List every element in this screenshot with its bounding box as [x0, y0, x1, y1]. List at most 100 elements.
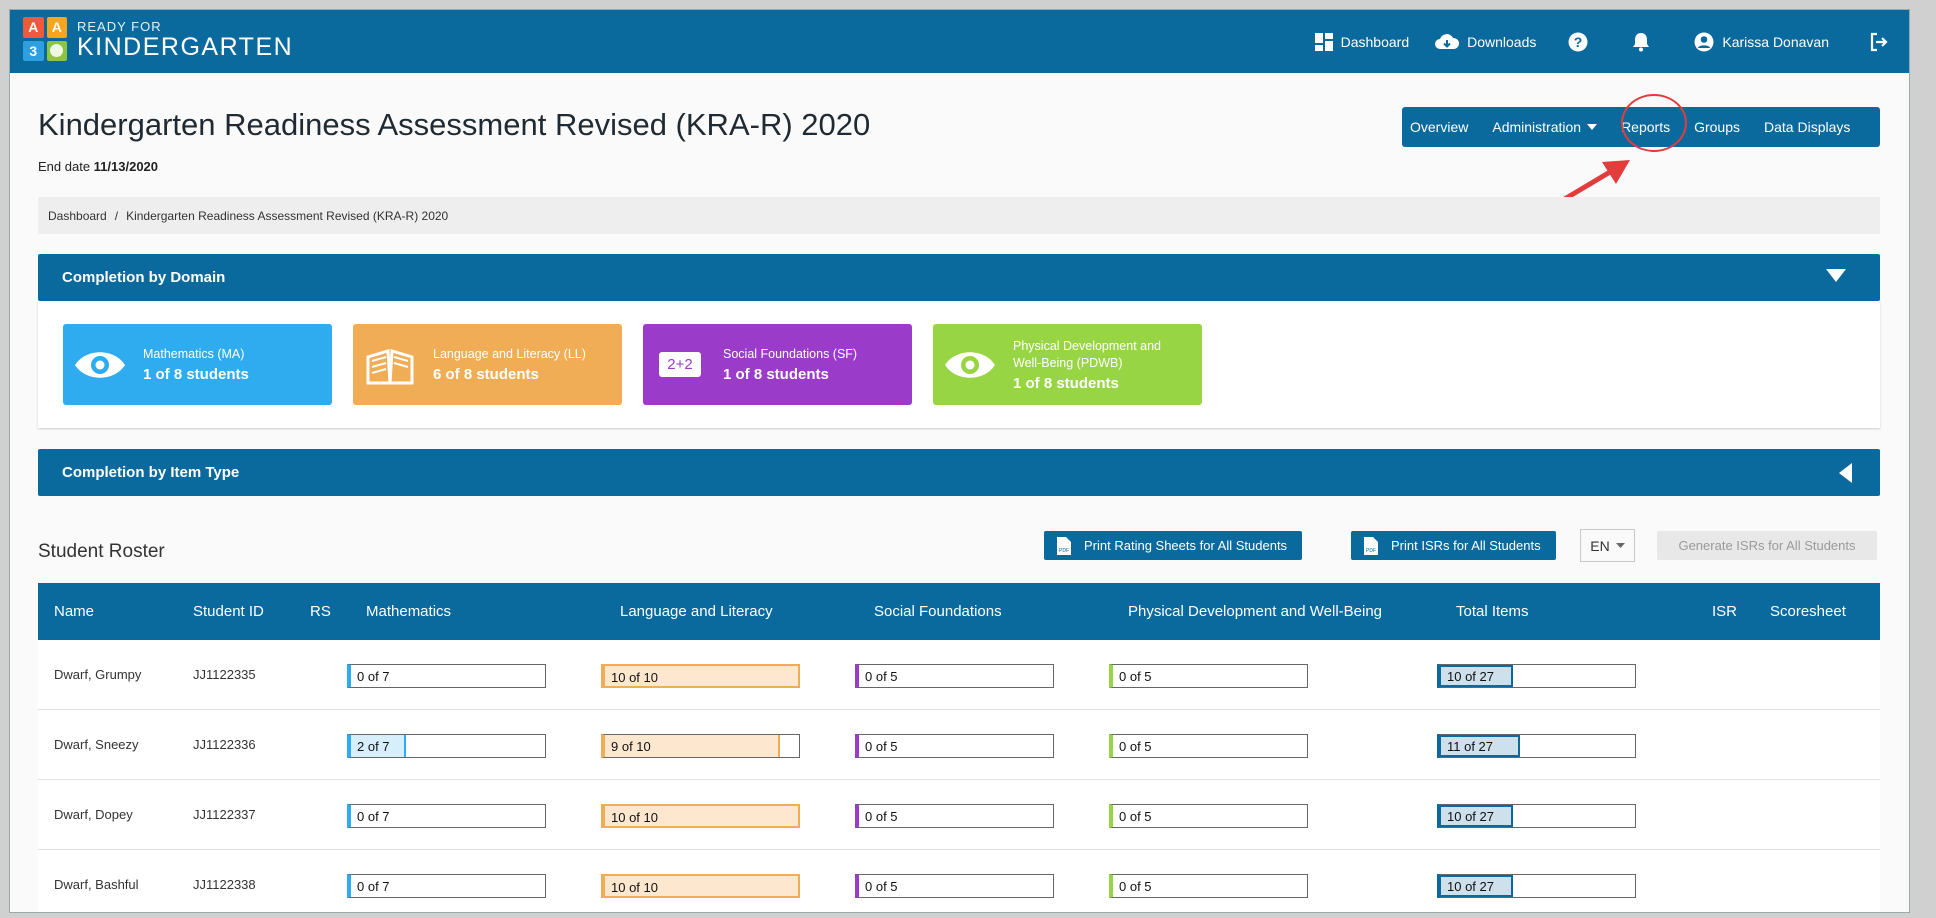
soc-progress-bar[interactable]: 0 of 5	[855, 804, 1054, 828]
col-scoresheet[interactable]: Scoresheet	[1770, 603, 1846, 620]
lit-progress-bar[interactable]: 10 of 10	[601, 804, 800, 828]
eye-icon	[71, 350, 129, 380]
table-row[interactable]: Dwarf, Sneezy JJ1122336 2 of 7 9 of 10 0 of …	[38, 710, 1880, 780]
math-progress-bar[interactable]: 0 of 7	[347, 664, 546, 688]
pdf-icon: PDF	[1363, 536, 1379, 556]
dashboard-link[interactable]: Dashboard	[1314, 32, 1409, 51]
language-select[interactable]: EN	[1580, 529, 1635, 562]
downloads-link[interactable]: Downloads	[1435, 33, 1536, 51]
domain-card-count: 1 of 8 students	[723, 366, 829, 383]
completion-by-item-type-header[interactable]: Completion by Item Type	[38, 449, 1880, 496]
domain-card-count: 1 of 8 students	[1013, 374, 1119, 392]
student-id: JJ1122336	[193, 737, 256, 752]
total-progress-label: 10 of 27	[1447, 669, 1494, 684]
svg-text:PDF: PDF	[1059, 548, 1069, 554]
generate-isrs-button: Generate ISRs for All Students	[1657, 531, 1877, 560]
total-progress-bar[interactable]: 10 of 27	[1437, 874, 1636, 898]
table-row[interactable]: Dwarf, Grumpy JJ1122335 0 of 7 10 of 10 0 of…	[38, 640, 1880, 710]
expand-triangle-icon[interactable]	[1839, 463, 1852, 487]
table-row[interactable]: Dwarf, Bashful JJ1122338 0 of 7 10 of 10 0 o…	[38, 850, 1880, 912]
soc-progress-bar[interactable]: 0 of 5	[855, 874, 1054, 898]
tab-data-displays[interactable]: Data Displays	[1764, 119, 1850, 135]
tab-groups[interactable]: Groups	[1694, 119, 1740, 135]
logout-icon	[1869, 32, 1889, 52]
tab-overview[interactable]: Overview	[1410, 119, 1468, 135]
domain-card-name: Physical Development and Well-Being (PDW…	[1013, 338, 1161, 370]
bell-icon	[1632, 32, 1650, 52]
svg-text:PDF: PDF	[1366, 548, 1376, 554]
soc-progress-label: 0 of 5	[865, 669, 898, 684]
logo-block: A	[23, 17, 44, 38]
col-mathematics[interactable]: Mathematics	[366, 603, 451, 620]
lit-progress-bar[interactable]: 10 of 10	[601, 664, 800, 688]
tab-administration-label: Administration	[1492, 119, 1582, 135]
soc-progress-bar[interactable]: 0 of 5	[855, 664, 1054, 688]
completion-by-domain-title: Completion by Domain	[62, 269, 226, 286]
phys-progress-bar[interactable]: 0 of 5	[1109, 734, 1308, 758]
student-name[interactable]: Dwarf, Dopey	[54, 807, 133, 822]
student-name[interactable]: Dwarf, Sneezy	[54, 737, 139, 752]
table-row[interactable]: Dwarf, Dopey JJ1122337 0 of 7 10 of 10 0 of …	[38, 780, 1880, 850]
col-social-foundations[interactable]: Social Foundations	[874, 603, 1002, 620]
student-id: JJ1122338	[193, 877, 256, 892]
col-language-literacy[interactable]: Language and Literacy	[620, 603, 773, 620]
student-id: JJ1122337	[193, 807, 256, 822]
dashboard-grid-icon	[1314, 32, 1333, 51]
domain-card-social-foundations[interactable]: 2+2 Social Foundations (SF) 1 of 8 stude…	[643, 324, 912, 405]
logout-button[interactable]	[1869, 32, 1889, 52]
completion-by-domain-header[interactable]: Completion by Domain	[38, 254, 1880, 301]
col-name[interactable]: Name	[54, 603, 94, 620]
col-physical-development[interactable]: Physical Development and Well-Being	[1128, 603, 1382, 620]
print-isrs-button[interactable]: PDF Print ISRs for All Students	[1351, 531, 1556, 560]
student-name[interactable]: Dwarf, Grumpy	[54, 667, 141, 682]
two-plus-two-text: 2+2	[659, 352, 701, 377]
eye-icon	[941, 350, 999, 380]
soc-progress-bar[interactable]: 0 of 5	[855, 734, 1054, 758]
col-total-items[interactable]: Total Items	[1456, 603, 1529, 620]
lit-progress-bar[interactable]: 10 of 10	[601, 874, 800, 898]
lit-progress-label: 10 of 10	[611, 880, 658, 895]
math-progress-bar[interactable]: 0 of 7	[347, 804, 546, 828]
lit-progress-bar[interactable]: 9 of 10	[601, 734, 800, 758]
col-rs[interactable]: RS	[310, 603, 331, 620]
collapse-triangle-icon[interactable]	[1826, 269, 1846, 286]
end-date-value: 11/13/2020	[93, 159, 159, 174]
print-rating-sheets-button[interactable]: PDF Print Rating Sheets for All Students	[1044, 531, 1303, 560]
highlight-circle	[1621, 94, 1687, 152]
top-nav: Dashboard Downloads ? Karissa Donavan	[1314, 10, 1889, 73]
student-name[interactable]: Dwarf, Bashful	[54, 877, 139, 892]
math-progress-bar[interactable]: 0 of 7	[347, 874, 546, 898]
logo-block: A	[46, 17, 67, 38]
total-progress-bar[interactable]: 10 of 27	[1437, 664, 1636, 688]
total-progress-label: 10 of 27	[1447, 879, 1494, 894]
end-date: End date 11/13/2020	[38, 159, 158, 174]
user-menu[interactable]: Karissa Donavan	[1694, 32, 1829, 52]
math-progress-bar[interactable]: 2 of 7	[347, 734, 546, 758]
total-progress-bar[interactable]: 10 of 27	[1437, 804, 1636, 828]
phys-progress-label: 0 of 5	[1119, 739, 1152, 754]
breadcrumb-home[interactable]: Dashboard	[48, 209, 107, 223]
col-isr[interactable]: ISR	[1712, 603, 1737, 620]
phys-progress-bar[interactable]: 0 of 5	[1109, 664, 1308, 688]
domain-card-mathematics[interactable]: Mathematics (MA) 1 of 8 students	[63, 324, 332, 405]
phys-progress-bar[interactable]: 0 of 5	[1109, 874, 1308, 898]
domain-card-count: 6 of 8 students	[433, 366, 539, 383]
domain-card-count: 1 of 8 students	[143, 366, 249, 383]
logo-top-text: READY FOR	[77, 18, 162, 34]
tab-administration[interactable]: Administration	[1492, 119, 1598, 135]
logo[interactable]: A A 3 READY FOR KINDERGARTEN	[23, 17, 293, 61]
lit-progress-label: 10 of 10	[611, 810, 658, 825]
notifications-button[interactable]	[1632, 32, 1650, 52]
domain-card-language-literacy[interactable]: Language and Literacy (LL) 6 of 8 studen…	[353, 324, 622, 405]
help-button[interactable]: ?	[1568, 32, 1588, 52]
print-isrs-label: Print ISRs for All Students	[1391, 538, 1541, 553]
phys-progress-bar[interactable]: 0 of 5	[1109, 804, 1308, 828]
col-student-id[interactable]: Student ID	[193, 603, 264, 620]
soc-progress-label: 0 of 5	[865, 879, 898, 894]
student-id: JJ1122335	[193, 667, 256, 682]
domain-card-physical-development[interactable]: Physical Development and Well-Being (PDW…	[933, 324, 1202, 405]
language-select-value: EN	[1590, 537, 1610, 554]
downloads-label: Downloads	[1467, 33, 1537, 50]
svg-text:?: ?	[1574, 34, 1583, 50]
total-progress-bar[interactable]: 11 of 27	[1437, 734, 1636, 758]
